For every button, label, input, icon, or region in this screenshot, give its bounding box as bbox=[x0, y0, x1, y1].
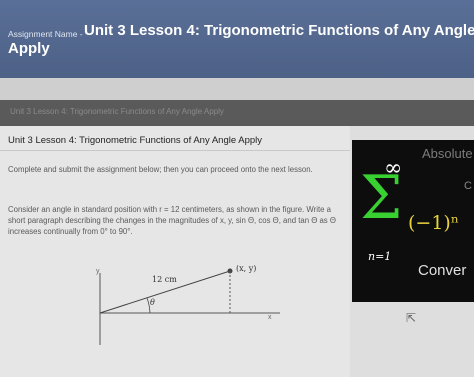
question-paragraph: Consider an angle in standard position w… bbox=[8, 205, 336, 236]
card-divider bbox=[0, 150, 350, 151]
angle-label: θ bbox=[150, 298, 155, 307]
assignment-name-label: Assignment Name - bbox=[8, 29, 83, 39]
ad-text-partial: C bbox=[464, 180, 472, 192]
assignment-header: Assignment Name - Unit 3 Lesson 4: Trigo… bbox=[0, 0, 474, 78]
radius-label: 12 cm bbox=[152, 275, 177, 284]
advertisement-image[interactable]: Absolute C ∞ Σ (−1)ⁿ n=1 Conver bbox=[352, 140, 474, 302]
ad-text-conver: Conver bbox=[418, 262, 467, 279]
x-axis-label: x bbox=[268, 314, 272, 321]
assignment-title-apply: Apply bbox=[8, 40, 50, 57]
point-label: (x, y) bbox=[236, 265, 256, 273]
series-index: n=1 bbox=[368, 250, 392, 263]
breadcrumb-bar: Unit 3 Lesson 4: Trigonometric Functions… bbox=[0, 100, 474, 126]
card-title: Unit 3 Lesson 4: Trigonometric Functions… bbox=[8, 135, 263, 146]
assignment-title: Unit 3 Lesson 4: Trigonometric Functions… bbox=[84, 22, 474, 39]
instructions-paragraph: Complete and submit the assignment below… bbox=[8, 165, 313, 174]
ad-text-absolute: Absolute bbox=[422, 146, 473, 161]
series-term: (−1)ⁿ bbox=[408, 212, 460, 234]
y-axis-label: y bbox=[96, 268, 100, 275]
breadcrumb[interactable]: Unit 3 Lesson 4: Trigonometric Functions… bbox=[10, 107, 224, 116]
mouse-cursor-icon: ⇱ bbox=[406, 311, 417, 325]
angle-figure: y x (x, y) 12 cm θ bbox=[96, 265, 280, 345]
sigma-symbol: Σ bbox=[360, 163, 403, 233]
